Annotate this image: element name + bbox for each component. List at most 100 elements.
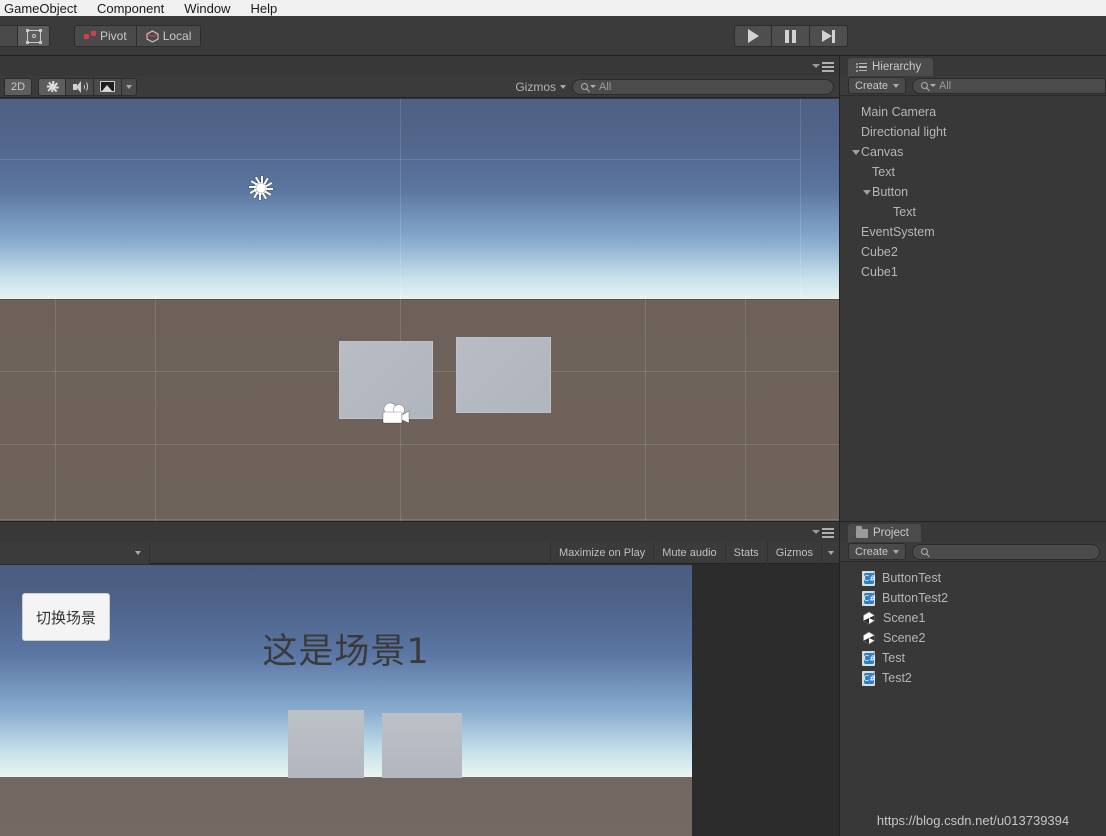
game-view-tabstrip xyxy=(0,522,840,542)
hierarchy-icon xyxy=(856,62,867,72)
game-gizmos-caret[interactable] xyxy=(821,541,840,564)
hierarchy-create-label: Create xyxy=(855,79,889,92)
csharp-script-icon: C# xyxy=(862,570,876,586)
hierarchy-create-button[interactable]: Create xyxy=(848,77,907,94)
scene-effects-toggle[interactable] xyxy=(94,77,123,96)
hierarchy-item-label: Directional light xyxy=(861,125,947,139)
project-create-button[interactable]: Create xyxy=(848,543,907,560)
scene-viewport[interactable] xyxy=(0,99,840,522)
hierarchy-item-eventsystem[interactable]: EventSystem xyxy=(840,222,1106,242)
chevron-down-icon xyxy=(560,84,566,89)
hierarchy-item-canvas[interactable]: Canvas xyxy=(840,142,1106,162)
tab-project-label: Project xyxy=(873,527,909,539)
stats-button[interactable]: Stats xyxy=(724,541,767,564)
project-asset-list: C# ButtonTest C# ButtonTest2 Scene1 Scen… xyxy=(840,562,1106,688)
project-asset-buttontest[interactable]: C# ButtonTest xyxy=(840,568,1106,588)
hierarchy-tree: Main Camera Directional light Canvas Tex… xyxy=(840,96,1106,282)
pivot-rotation-group: Pivot Local xyxy=(74,25,202,47)
pause-button[interactable] xyxy=(772,25,810,47)
game-ground xyxy=(0,777,692,836)
project-create-label: Create xyxy=(855,545,889,558)
game-gizmos-dropdown[interactable]: Gizmos xyxy=(766,541,821,564)
scene-grid-line xyxy=(645,299,646,522)
project-tabstrip: Project xyxy=(840,522,1106,542)
scene-2d-toggle[interactable]: 2D xyxy=(4,77,33,96)
pivot-mode-button[interactable]: Pivot xyxy=(74,25,137,47)
rect-transform-tool-button[interactable] xyxy=(18,25,50,47)
project-asset-scene1[interactable]: Scene1 xyxy=(840,608,1106,628)
unity-scene-icon xyxy=(862,611,876,625)
project-toolbar: Create xyxy=(840,542,1106,562)
hierarchy-item-label: Text xyxy=(872,165,895,179)
rect-transform-icon xyxy=(25,28,42,44)
scene-effects-dropdown[interactable] xyxy=(122,77,138,96)
project-asset-scene2[interactable]: Scene2 xyxy=(840,628,1106,648)
hierarchy-item-cube2[interactable]: Cube2 xyxy=(840,242,1106,262)
pivot-label: Pivot xyxy=(100,29,127,43)
game-cube-1 xyxy=(288,710,364,778)
sun-icon xyxy=(46,80,59,93)
tab-hierarchy[interactable]: Hierarchy xyxy=(848,58,934,76)
chevron-down-icon xyxy=(930,84,937,87)
mute-audio-button[interactable]: Mute audio xyxy=(653,541,724,564)
local-space-icon xyxy=(146,29,159,43)
hierarchy-item-cube1[interactable]: Cube1 xyxy=(840,262,1106,282)
rotation-mode-button[interactable]: Local xyxy=(136,25,202,47)
scene-cube-2[interactable] xyxy=(456,337,551,413)
game-aspect-dropdown[interactable] xyxy=(0,542,150,564)
hierarchy-item-main-camera[interactable]: Main Camera xyxy=(840,102,1106,122)
scene-gizmos-dropdown[interactable]: Gizmos xyxy=(515,80,566,94)
transform-tools-group xyxy=(0,25,50,47)
hierarchy-item-label: EventSystem xyxy=(861,225,935,239)
step-button[interactable] xyxy=(810,25,848,47)
scene-gizmos-label: Gizmos xyxy=(515,79,556,94)
directional-light-gizmo[interactable] xyxy=(244,172,276,204)
csharp-script-icon: C# xyxy=(862,590,876,606)
hierarchy-project-divider[interactable] xyxy=(840,521,1106,522)
dock-divider-vertical[interactable] xyxy=(839,56,840,836)
menu-item-help[interactable]: Help xyxy=(240,2,287,15)
watermark-text: https://blog.csdn.net/u013739394 xyxy=(876,813,1070,828)
project-asset-label: ButtonTest xyxy=(882,571,942,585)
project-asset-test2[interactable]: C# Test2 xyxy=(840,668,1106,688)
scene-search-input[interactable]: All xyxy=(572,78,834,95)
tab-project[interactable]: Project xyxy=(848,524,921,542)
scene-grid-line xyxy=(155,299,156,522)
hierarchy-search-input[interactable]: All xyxy=(912,77,1106,94)
unity-editor-window: GameObject Component Window Help Pivot L… xyxy=(0,0,1106,836)
scene-grid-line xyxy=(800,99,801,299)
hierarchy-item-label: Cube2 xyxy=(861,245,898,259)
game-viewport[interactable]: 切换场景 这是场景1 xyxy=(0,565,692,836)
scale-tool-button[interactable] xyxy=(0,25,18,47)
hierarchy-item-text[interactable]: Text xyxy=(840,162,1106,182)
hierarchy-item-button-text[interactable]: Text xyxy=(840,202,1106,222)
scene-title-text: 这是场景1 xyxy=(262,632,430,672)
main-camera-gizmo[interactable] xyxy=(379,402,413,426)
project-panel: Project Create C# ButtonTest C# ButtonTe… xyxy=(840,522,1106,836)
project-search-input[interactable] xyxy=(912,543,1100,560)
menu-item-window[interactable]: Window xyxy=(174,2,240,15)
menu-item-component[interactable]: Component xyxy=(87,2,174,15)
unity-scene-icon xyxy=(862,631,876,645)
scene-grid-line xyxy=(55,299,56,522)
game-panel-menu-icon[interactable] xyxy=(812,527,834,538)
scene-game-divider[interactable] xyxy=(0,521,840,522)
scene-lighting-toggle[interactable] xyxy=(38,77,67,96)
menu-item-gameobject[interactable]: GameObject xyxy=(0,2,87,15)
project-asset-test[interactable]: C# Test xyxy=(840,648,1106,668)
speaker-icon xyxy=(72,80,88,93)
project-asset-buttontest2[interactable]: C# ButtonTest2 xyxy=(840,588,1106,608)
hierarchy-item-directional-light[interactable]: Directional light xyxy=(840,122,1106,142)
menu-bar: GameObject Component Window Help xyxy=(0,0,1106,16)
twisty-expanded[interactable] xyxy=(861,189,872,195)
hierarchy-item-button[interactable]: Button xyxy=(840,182,1106,202)
scene-panel-menu-icon[interactable] xyxy=(812,61,834,72)
maximize-on-play-button[interactable]: Maximize on Play xyxy=(550,541,653,564)
play-button[interactable] xyxy=(734,25,772,47)
scene-view-tabstrip xyxy=(0,56,840,76)
twisty-expanded[interactable] xyxy=(850,149,861,155)
scene-sky xyxy=(0,99,840,299)
scene-grid-line xyxy=(400,99,401,522)
search-icon xyxy=(581,83,588,90)
scene-audio-toggle[interactable] xyxy=(66,77,95,96)
